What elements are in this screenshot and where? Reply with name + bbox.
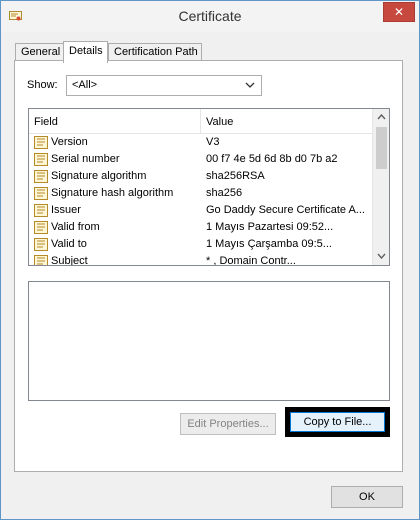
close-icon: ✕ xyxy=(393,5,405,19)
list-item[interactable]: Signature algorithm sha256RSA xyxy=(29,168,372,185)
field-name: Valid from xyxy=(51,221,100,233)
list-header: Field Value xyxy=(29,109,372,134)
fields-list[interactable]: Field Value Version V3 Serial number 00 … xyxy=(28,108,390,266)
field-value: sha256RSA xyxy=(206,170,265,182)
field-value: 1 Mayıs Çarşamba 09:5... xyxy=(206,238,332,250)
field-value: V3 xyxy=(206,136,220,148)
scrollbar-thumb[interactable] xyxy=(376,127,387,169)
window-title: Certificate xyxy=(178,8,242,24)
ok-button[interactable]: OK xyxy=(331,486,403,508)
field-icon xyxy=(34,153,48,166)
field-value: * , Domain Contr... xyxy=(206,255,296,266)
details-panel: Show: <All> Field Value Version V3 Seria… xyxy=(14,60,403,472)
field-icon xyxy=(34,136,48,149)
certificate-dialog: Certificate ✕ General Details Certificat… xyxy=(0,0,420,520)
list-item[interactable]: Version V3 xyxy=(29,134,372,151)
field-name: Version xyxy=(51,136,88,148)
field-name: Issuer xyxy=(51,204,81,216)
field-icon xyxy=(34,238,48,251)
copy-to-file-button[interactable]: Copy to File... xyxy=(290,412,385,432)
tab-details[interactable]: Details xyxy=(63,41,108,63)
field-name: Signature algorithm xyxy=(51,170,147,182)
column-header-value[interactable]: Value xyxy=(206,116,233,128)
field-name: Subject xyxy=(51,255,88,266)
field-icon xyxy=(34,204,48,217)
field-icon xyxy=(34,170,48,183)
tab-certification-path[interactable]: Certification Path xyxy=(108,43,202,61)
column-divider[interactable] xyxy=(200,109,201,133)
list-item[interactable]: Valid from 1 Mayıs Pazartesi 09:52... xyxy=(29,219,372,236)
field-icon xyxy=(34,221,48,234)
list-item[interactable]: Subject * , Domain Contr... xyxy=(29,253,372,266)
copy-to-file-highlight: Copy to File... xyxy=(285,407,390,437)
field-value: Go Daddy Secure Certificate A... xyxy=(206,204,365,216)
title-bar: Certificate ✕ xyxy=(1,1,419,32)
field-value: sha256 xyxy=(206,187,243,199)
value-detail-box[interactable] xyxy=(28,281,390,401)
list-item[interactable]: Valid to 1 Mayıs Çarşamba 09:5... xyxy=(29,236,372,253)
field-value: 00 f7 4e 5d 6d 8b d0 7b a2 xyxy=(206,153,338,165)
tab-general[interactable]: General xyxy=(15,43,64,61)
list-item[interactable]: Serial number 00 f7 4e 5d 6d 8b d0 7b a2 xyxy=(29,151,372,168)
field-icon xyxy=(34,255,48,265)
edit-properties-button[interactable]: Edit Properties... xyxy=(180,413,276,435)
list-item[interactable]: Issuer Go Daddy Secure Certificate A... xyxy=(29,202,372,219)
column-header-field[interactable]: Field xyxy=(34,116,58,128)
field-icon xyxy=(34,187,48,200)
field-name: Signature hash algorithm xyxy=(51,187,174,199)
show-dropdown[interactable]: <All> xyxy=(66,75,262,96)
chevron-down-icon xyxy=(245,78,257,92)
vertical-scrollbar[interactable] xyxy=(372,109,389,265)
show-label: Show: xyxy=(27,79,58,91)
scroll-down-icon[interactable] xyxy=(373,248,389,265)
field-name: Valid to xyxy=(51,238,87,250)
list-rows: Version V3 Serial number 00 f7 4e 5d 6d … xyxy=(29,134,372,266)
field-value: 1 Mayıs Pazartesi 09:52... xyxy=(206,221,334,233)
show-dropdown-value: <All> xyxy=(72,79,98,91)
scroll-up-icon[interactable] xyxy=(373,109,389,126)
field-name: Serial number xyxy=(51,153,120,165)
list-item[interactable]: Signature hash algorithm sha256 xyxy=(29,185,372,202)
close-button[interactable]: ✕ xyxy=(383,2,415,22)
